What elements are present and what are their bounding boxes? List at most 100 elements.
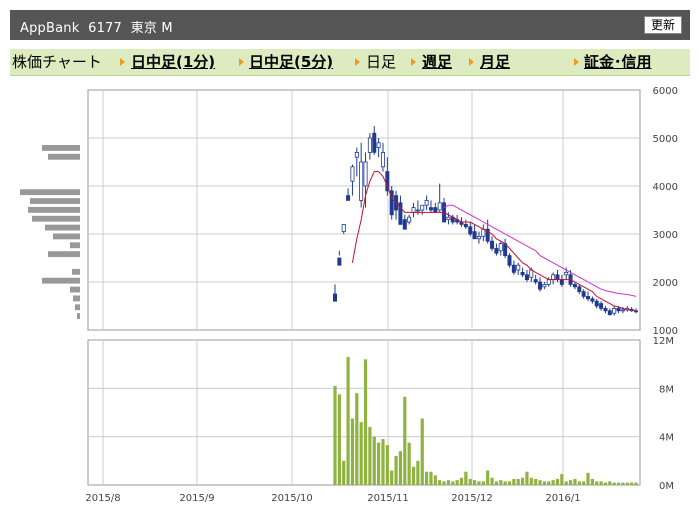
candle-body (428, 207, 433, 211)
volume-bar (381, 439, 385, 485)
volume-bar (564, 481, 568, 485)
volume-bar (346, 356, 350, 485)
volume-bar (416, 460, 420, 485)
volume-bar (590, 478, 594, 485)
candle-body (564, 271, 569, 276)
volume-bar (621, 482, 625, 485)
volume-bar (398, 451, 403, 485)
volume-bar (390, 470, 394, 485)
volume-bar (551, 480, 555, 485)
volume-bar (394, 456, 398, 485)
volume-bar (429, 471, 433, 485)
candle-body (607, 310, 612, 316)
candle-body (354, 151, 359, 158)
profile-bar (77, 313, 80, 319)
volume-bar (512, 478, 516, 485)
volume-profile (20, 145, 80, 319)
candle-body (376, 142, 381, 149)
price-tick-label: 4000 (653, 182, 678, 193)
candle-body (380, 151, 385, 168)
profile-bar (20, 189, 80, 196)
volume-bar (472, 480, 477, 485)
volume-bar (599, 481, 603, 485)
volume-bar (433, 475, 437, 485)
date-tick-label: 2015/12 (451, 493, 493, 504)
date-tick-label: 2015/10 (271, 493, 313, 504)
candlestick-series (332, 126, 639, 316)
candle-body (411, 207, 416, 213)
profile-bar (48, 251, 80, 258)
candle-body (599, 303, 604, 309)
candle-body (437, 202, 442, 211)
volume-bar (516, 478, 520, 485)
volume-bar (446, 480, 451, 485)
candle-body (551, 274, 556, 280)
candle-body (350, 166, 355, 182)
volume-bar (337, 394, 341, 485)
volume-bar (634, 482, 638, 485)
volume-bar (586, 472, 590, 485)
profile-bar (28, 206, 80, 213)
volume-bar (603, 482, 608, 485)
volume-bar (385, 445, 389, 485)
candle-body (476, 235, 481, 240)
volume-bar (568, 480, 573, 485)
candle-body (346, 195, 351, 201)
candle-body (407, 216, 412, 223)
volume-bar (403, 396, 407, 485)
candle-body (603, 307, 608, 312)
candle-body (494, 247, 499, 254)
candle-body (359, 161, 364, 201)
candle-body (433, 207, 438, 213)
price-tick-label: 2000 (653, 278, 678, 289)
profile-bar (42, 277, 80, 284)
candle-body (590, 298, 595, 302)
volume-bar (438, 480, 442, 485)
volume-bar (455, 480, 459, 485)
volume-bar (425, 471, 429, 485)
volume-bar (363, 359, 368, 485)
candle-body (446, 216, 451, 220)
volume-bar (547, 481, 551, 485)
profile-bar (70, 242, 80, 249)
volume-bar (542, 481, 546, 485)
candle-body (468, 226, 473, 235)
price-tick-label: 5000 (653, 134, 678, 145)
volume-tick-label: 8M (659, 384, 674, 395)
volume-bar (359, 422, 363, 485)
price-grid (87, 89, 641, 331)
candle-body (577, 286, 582, 292)
candle-body (498, 243, 503, 252)
candle-body (559, 279, 564, 285)
volume-bar (503, 481, 507, 485)
volume-bar (494, 481, 499, 485)
candle-body (538, 281, 543, 290)
profile-bar (75, 304, 80, 311)
volume-tick-label: 4M (659, 433, 674, 444)
candle-body (363, 161, 368, 187)
volume-bar (520, 477, 525, 485)
volume-bar (368, 427, 372, 485)
profile-bar (30, 198, 80, 204)
candle-body (572, 283, 577, 288)
profile-bar (70, 286, 80, 293)
volume-bar (377, 442, 381, 485)
volume-bar (595, 481, 599, 485)
volume-bar (350, 418, 355, 485)
volume-bar (608, 481, 612, 485)
ma-short-line (351, 171, 637, 312)
volume-bar (411, 466, 416, 485)
volume-bar (342, 460, 346, 485)
price-tick-label: 3000 (653, 230, 678, 241)
candle-body (507, 255, 512, 266)
volume-bar (525, 471, 529, 485)
candle-body (520, 271, 525, 276)
profile-bar (73, 295, 80, 302)
volume-bar (499, 480, 503, 485)
date-tick-label: 2015/8 (85, 493, 120, 504)
candle-body (415, 209, 420, 212)
candle-body (581, 291, 586, 297)
candle-body (463, 223, 468, 228)
volume-bar (468, 478, 472, 485)
volume-bar (625, 482, 629, 485)
